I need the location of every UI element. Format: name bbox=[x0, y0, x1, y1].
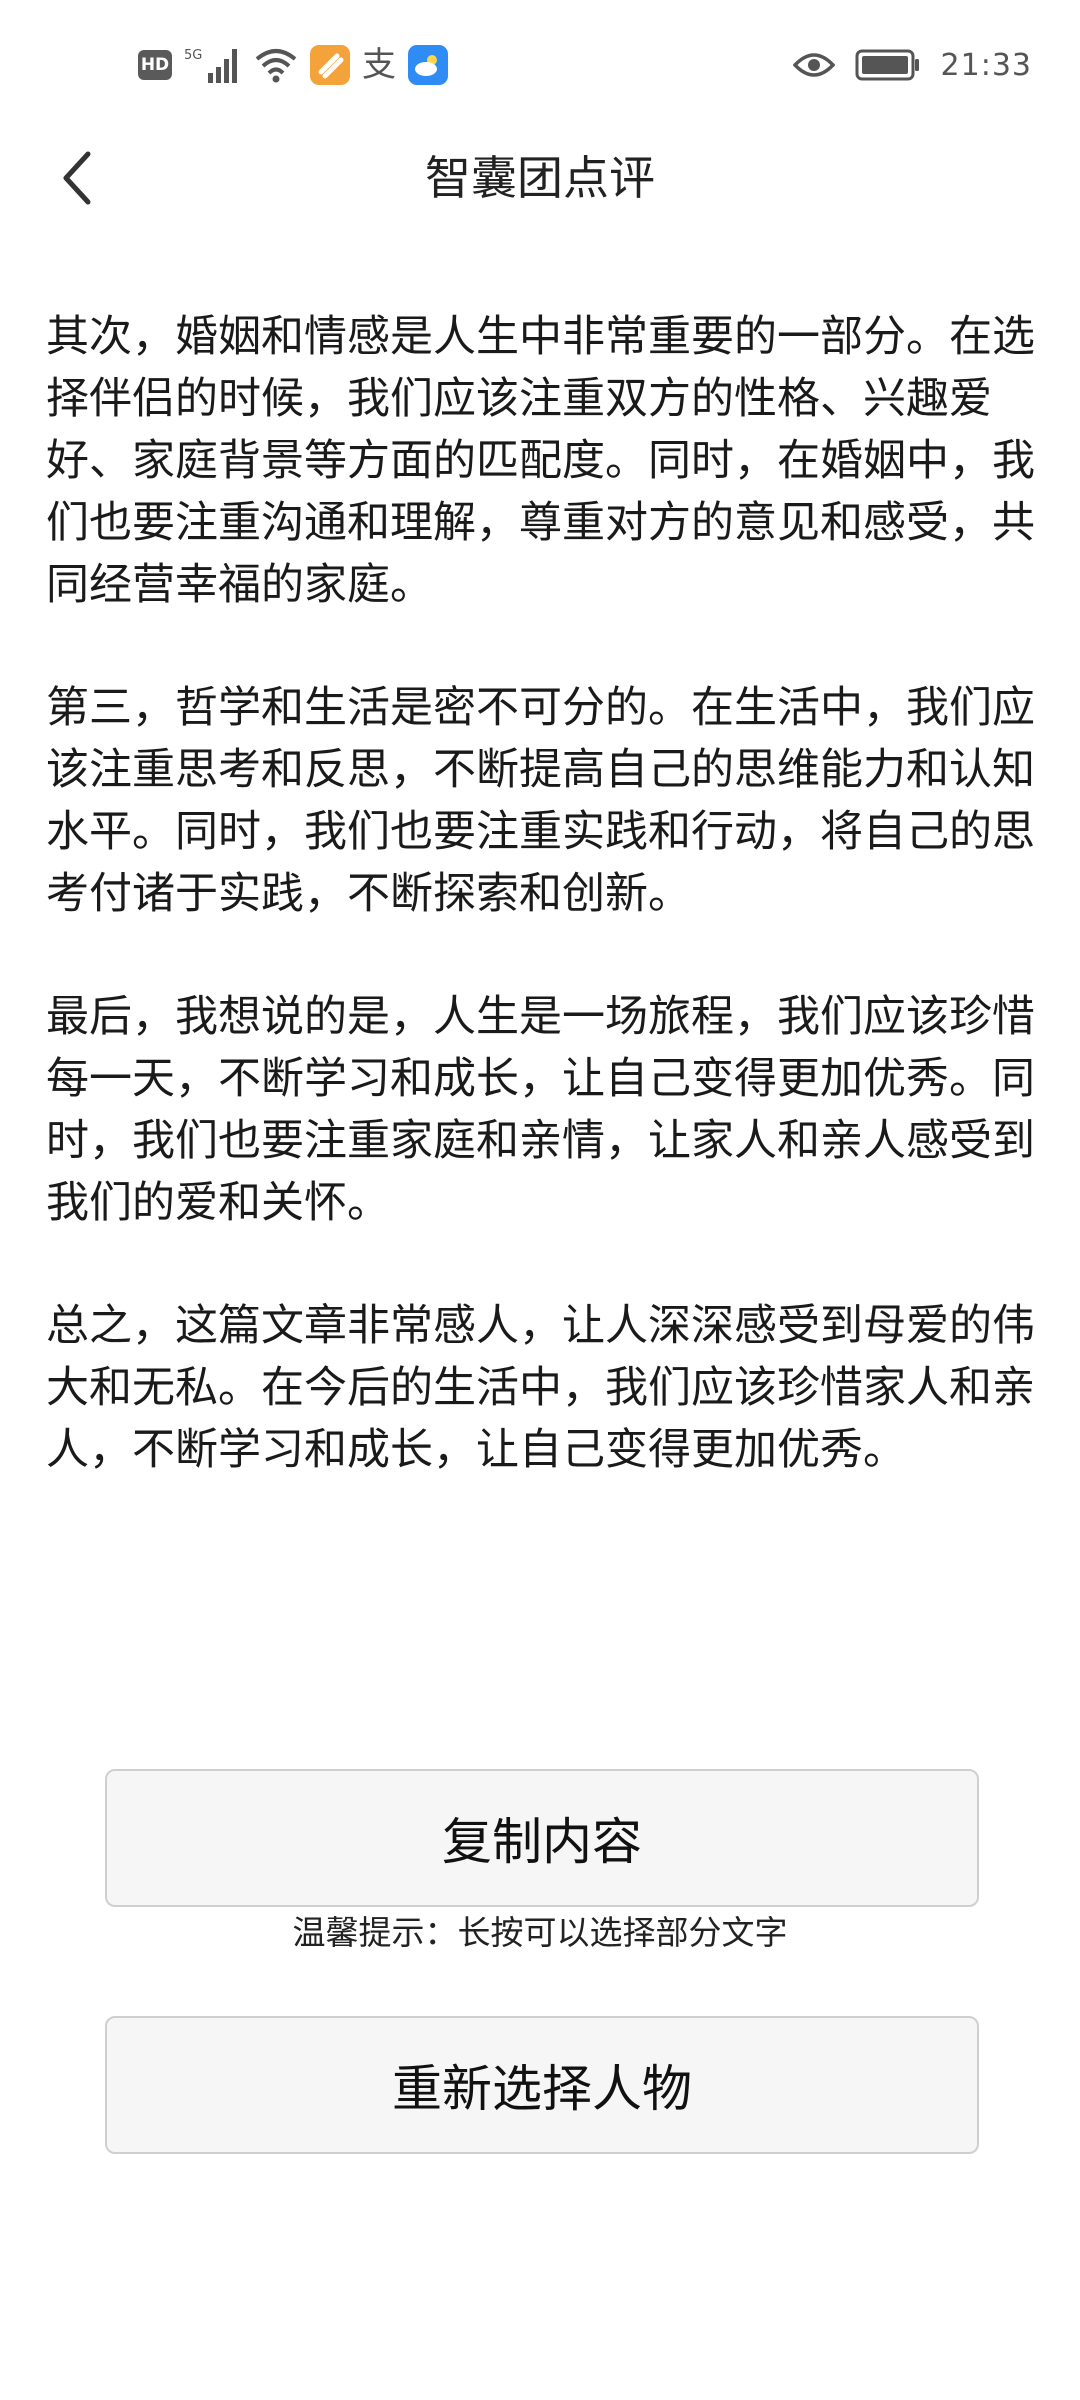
battery-icon bbox=[855, 49, 919, 81]
network-type-label: 5G bbox=[184, 48, 202, 63]
wifi-icon bbox=[255, 49, 297, 83]
hd-badge: HD bbox=[138, 50, 172, 80]
signal-icon: 5G bbox=[184, 48, 237, 83]
eye-icon bbox=[792, 53, 835, 77]
status-bar: HD 5G 支 21:33 bbox=[0, 0, 1080, 132]
alipay-icon: 支 bbox=[362, 45, 396, 85]
review-paragraph: 最后，我想说的是，人生是一场旅程，我们应该珍惜每一天，不断学习和成长，让自己变得… bbox=[46, 992, 1035, 1228]
page-title: 智囊团点评 bbox=[425, 151, 655, 205]
review-paragraph: 第三，哲学和生活是密不可分的。在生活中，我们应该注重思考和反思，不断提高自己的思… bbox=[46, 683, 1035, 919]
status-left-icons: HD 5G 支 bbox=[138, 40, 448, 90]
review-paragraph: 其次，婚姻和情感是人生中非常重要的一部分。在选择伴侣的时候，我们应该注重双方的性… bbox=[46, 312, 1035, 610]
top-app-bar: 智囊团点评 bbox=[0, 132, 1080, 224]
status-right-icons: 21:33 bbox=[792, 40, 1032, 90]
copy-content-button[interactable]: 复制内容 bbox=[105, 1769, 979, 1907]
review-content: 其次，婚姻和情感是人生中非常重要的一部分。在选择伴侣的时候，我们应该注重双方的性… bbox=[46, 306, 1036, 1542]
reselect-character-button[interactable]: 重新选择人物 bbox=[105, 2016, 979, 2154]
orange-app-icon bbox=[310, 45, 350, 85]
status-clock: 21:33 bbox=[940, 47, 1032, 83]
review-paragraph: 总之，这篇文章非常感人，让人深深感受到母爱的伟大和无私。在今后的生活中，我们应该… bbox=[46, 1301, 1035, 1475]
copy-hint-text: 温馨提示：长按可以选择部分文字 bbox=[292, 1913, 788, 1952]
weather-app-icon bbox=[408, 45, 448, 85]
